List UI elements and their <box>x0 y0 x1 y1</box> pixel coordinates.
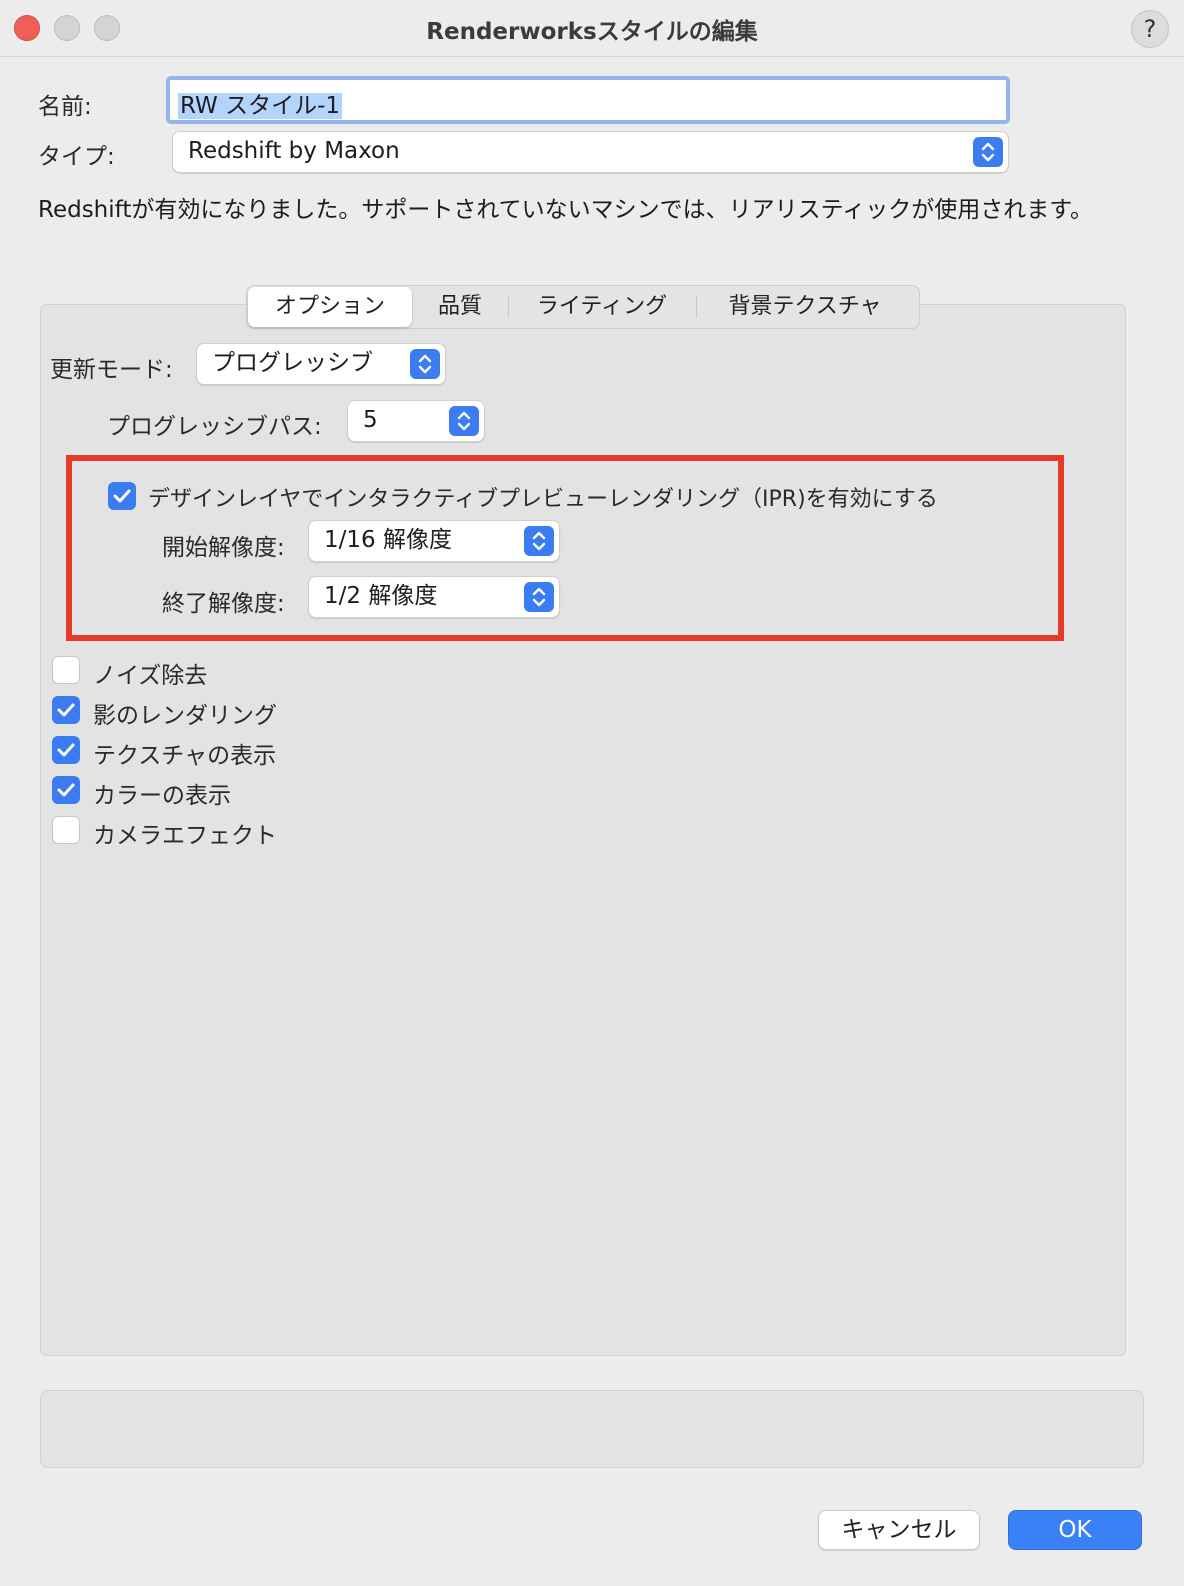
update-mode-value: プログレッシブ <box>212 350 373 376</box>
show-color-label: カラーの表示 <box>93 783 231 809</box>
info-text: Redshiftが有効になりました。サポートされていないマシンでは、リアリスティ… <box>38 197 1093 223</box>
type-select-value: Redshift by Maxon <box>188 138 400 164</box>
tab-lighting[interactable]: ライティング <box>513 286 691 328</box>
checkmark-icon <box>57 703 75 717</box>
type-label: タイプ: <box>38 144 115 170</box>
progressive-pass-label: プログレッシブパス: <box>107 414 322 440</box>
camera-effect-label: カメラエフェクト <box>93 823 277 849</box>
denoise-checkbox[interactable] <box>52 656 80 684</box>
tab-bar: オプション 品質 ライティング 背景テクスチャ <box>246 285 920 329</box>
status-area <box>40 1390 1144 1468</box>
shadow-rendering-label: 影のレンダリング <box>93 703 277 729</box>
window-title: Renderworksスタイルの編集 <box>426 19 758 45</box>
chevron-updown-icon <box>973 137 1003 167</box>
start-resolution-label: 開始解像度: <box>162 535 285 561</box>
start-resolution-select[interactable]: 1/16 解像度 <box>308 520 560 562</box>
help-button[interactable]: ? <box>1131 10 1169 48</box>
chevron-updown-icon <box>410 349 440 379</box>
ipr-checkbox[interactable] <box>108 482 136 510</box>
cancel-button[interactable]: キャンセル <box>818 1510 980 1550</box>
name-label: 名前: <box>38 94 92 120</box>
show-texture-checkbox[interactable] <box>52 736 80 764</box>
end-resolution-label: 終了解像度: <box>162 591 285 617</box>
name-field[interactable]: RW スタイル-1 <box>166 76 1010 124</box>
show-texture-label: テクスチャの表示 <box>93 743 277 769</box>
chevron-updown-icon <box>449 406 479 436</box>
camera-effect-checkbox[interactable] <box>52 816 80 844</box>
shadow-rendering-checkbox[interactable] <box>52 696 80 724</box>
progressive-pass-select[interactable]: 5 <box>347 400 485 442</box>
ipr-label: デザインレイヤでインタラクティブプレビューレンダリング（IPR)を有効にする <box>148 487 938 512</box>
tab-background-texture[interactable]: 背景テクスチャ <box>701 286 909 328</box>
checkmark-icon <box>57 743 75 757</box>
chevron-updown-icon <box>524 526 554 556</box>
end-resolution-select[interactable]: 1/2 解像度 <box>308 576 560 618</box>
denoise-label: ノイズ除去 <box>93 663 208 689</box>
checkmark-icon <box>113 489 131 503</box>
name-field-value: RW スタイル-1 <box>178 93 343 119</box>
show-color-checkbox[interactable] <box>52 776 80 804</box>
update-mode-select[interactable]: プログレッシブ <box>196 343 446 385</box>
end-resolution-value: 1/2 解像度 <box>324 583 438 609</box>
tab-options[interactable]: オプション <box>248 287 412 327</box>
tab-divider <box>508 296 509 318</box>
chevron-updown-icon <box>524 582 554 612</box>
ok-button[interactable]: OK <box>1008 1510 1142 1550</box>
type-select[interactable]: Redshift by Maxon <box>172 131 1009 173</box>
tab-quality[interactable]: 品質 <box>417 286 503 328</box>
start-resolution-value: 1/16 解像度 <box>324 527 452 553</box>
progressive-pass-value: 5 <box>363 407 378 433</box>
tab-divider <box>696 296 697 318</box>
update-mode-label: 更新モード: <box>50 357 173 383</box>
checkmark-icon <box>57 783 75 797</box>
